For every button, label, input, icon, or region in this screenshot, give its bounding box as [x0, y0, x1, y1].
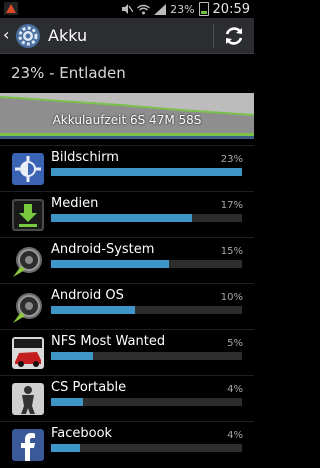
usage-row-media[interactable]: Medien 17% — [0, 191, 254, 238]
app-name: NFS Most Wanted — [51, 334, 166, 349]
usage-bar — [51, 168, 242, 176]
cs-portable-icon — [12, 383, 44, 415]
battery-icon — [198, 2, 209, 16]
usage-bar-fill — [51, 214, 192, 222]
app-name: Bildschirm — [51, 150, 119, 165]
usage-row-android-os[interactable]: Android OS 10% — [0, 283, 254, 330]
usage-bar-fill — [51, 352, 93, 360]
back-arrow-icon[interactable]: ‹ — [3, 27, 13, 43]
usage-bar — [51, 444, 242, 452]
usage-bar — [51, 306, 242, 314]
wifi-icon — [137, 4, 151, 14]
signal-icon — [154, 3, 167, 15]
usage-bar — [51, 398, 242, 406]
usage-bar — [51, 260, 242, 268]
refresh-icon[interactable] — [222, 24, 246, 48]
battery-status-text: 23% - Entladen — [11, 64, 126, 82]
nfs-game-icon — [12, 337, 44, 369]
usage-bar — [51, 214, 242, 222]
status-bar: 23% 20:59 — [0, 0, 254, 18]
app-percent: 5% — [227, 338, 243, 349]
app-name: Android OS — [51, 288, 124, 303]
facebook-icon — [12, 429, 44, 461]
mute-icon — [122, 4, 134, 14]
android-system-icon — [13, 247, 42, 277]
action-bar: ‹ Akku — [0, 18, 254, 54]
display-settings-icon — [12, 153, 44, 185]
settings-gear-icon[interactable] — [15, 23, 41, 49]
app-percent: 4% — [227, 384, 243, 395]
usage-bar-fill — [51, 260, 169, 268]
usage-row-nfs[interactable]: NFS Most Wanted 5% — [0, 329, 254, 376]
usage-bar-fill — [51, 306, 135, 314]
app-name: Android-System — [51, 242, 155, 257]
action-divider — [213, 24, 214, 48]
app-name: CS Portable — [51, 380, 127, 395]
page-title: Akku — [48, 26, 88, 45]
usage-bar-fill — [51, 444, 80, 452]
media-download-icon — [12, 199, 44, 231]
usage-bar-fill — [51, 168, 242, 176]
battery-duration-label: Akkulaufzeit 6S 47M 58S — [52, 113, 202, 127]
app-percent: 23% — [220, 154, 243, 165]
usage-row-android-system[interactable]: Android-System 15% — [0, 237, 254, 284]
android-os-icon — [13, 293, 42, 323]
notification-icon — [4, 2, 18, 15]
app-percent: 10% — [220, 292, 243, 303]
battery-percent: 23% — [170, 2, 195, 16]
app-percent: 17% — [220, 200, 243, 211]
usage-row-facebook[interactable]: Facebook 4% — [0, 421, 254, 468]
app-percent: 4% — [227, 430, 243, 441]
clock: 20:59 — [212, 1, 250, 17]
app-name: Medien — [51, 196, 99, 211]
usage-row-cs-portable[interactable]: CS Portable 4% — [0, 375, 254, 422]
app-name: Facebook — [51, 426, 113, 441]
app-percent: 15% — [220, 246, 243, 257]
usage-bar-fill — [51, 398, 83, 406]
usage-row-display[interactable]: Bildschirm 23% — [0, 145, 254, 192]
usage-bar — [51, 352, 242, 360]
